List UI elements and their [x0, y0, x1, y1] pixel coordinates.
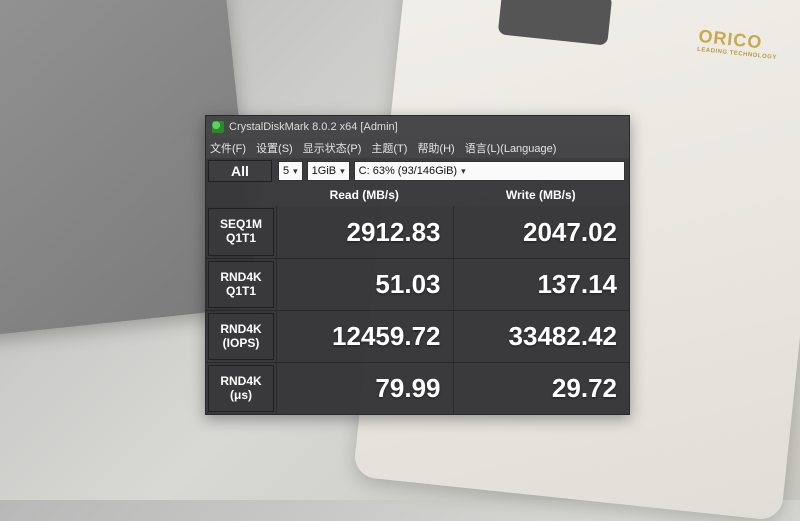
test-rnd4k-q1t1-button[interactable]: RND4K Q1T1 — [208, 261, 274, 308]
test-rnd4k-latency-button[interactable]: RND4K (μs) — [208, 365, 274, 412]
menu-language[interactable]: 语言(L)(Language) — [465, 140, 557, 156]
seq1m-write-value: 2047.02 — [453, 206, 630, 258]
menu-settings[interactable]: 设置(S) — [256, 140, 293, 156]
control-selects: 5 ▾ 1GiB ▾ C: 63% (93/146GiB) ▾ — [274, 158, 629, 184]
app-icon — [212, 121, 224, 133]
row-label-2: (IOPS) — [223, 337, 260, 351]
row-label-2: Q1T1 — [226, 232, 256, 246]
result-row: RND4K Q1T1 51.03 137.14 — [206, 258, 629, 310]
rnd4k-iops-read-value: 12459.72 — [276, 311, 453, 362]
size-select[interactable]: 1GiB ▾ — [307, 161, 350, 181]
runs-value: 5 — [283, 165, 289, 177]
row-label-1: RND4K — [220, 271, 261, 285]
row-label-2: Q1T1 — [226, 285, 256, 299]
drive-value: C: 63% (93/146GiB) — [359, 165, 457, 177]
header-read: Read (MB/s) — [276, 188, 453, 202]
result-row: SEQ1M Q1T1 2912.83 2047.02 — [206, 206, 629, 258]
rnd4k-iops-write-value: 33482.42 — [453, 311, 630, 362]
menu-theme[interactable]: 主题(T) — [371, 140, 407, 156]
controls-row: All 5 ▾ 1GiB ▾ C: 63% (93/146GiB) ▾ — [206, 158, 629, 184]
header-write: Write (MB/s) — [453, 188, 630, 202]
menu-file[interactable]: 文件(F) — [210, 140, 246, 156]
row-label-2: (μs) — [230, 389, 252, 403]
runs-select[interactable]: 5 ▾ — [278, 161, 303, 181]
chevron-down-icon: ▾ — [461, 166, 466, 177]
menubar: 文件(F) 设置(S) 显示状态(P) 主题(T) 帮助(H) 语言(L)(La… — [206, 138, 629, 158]
titlebar[interactable]: CrystalDiskMark 8.0.2 x64 [Admin] — [206, 116, 629, 138]
result-row: RND4K (μs) 79.99 29.72 — [206, 362, 629, 414]
crystaldiskmark-window: CrystalDiskMark 8.0.2 x64 [Admin] 文件(F) … — [205, 115, 630, 415]
rnd4k-read-value: 51.03 — [276, 259, 453, 310]
size-value: 1GiB — [312, 165, 336, 177]
column-headers: Read (MB/s) Write (MB/s) — [206, 184, 629, 206]
row-label-1: RND4K — [220, 375, 261, 389]
chevron-down-icon: ▾ — [293, 166, 298, 177]
rnd4k-us-write-value: 29.72 — [453, 363, 630, 414]
drive-select[interactable]: C: 63% (93/146GiB) ▾ — [354, 161, 625, 181]
chevron-down-icon: ▾ — [340, 166, 345, 177]
row-label-1: RND4K — [220, 323, 261, 337]
run-all-button[interactable]: All — [208, 160, 272, 182]
menu-help[interactable]: 帮助(H) — [417, 140, 454, 156]
menu-profile[interactable]: 显示状态(P) — [303, 140, 362, 156]
seq1m-read-value: 2912.83 — [276, 206, 453, 258]
rnd4k-write-value: 137.14 — [453, 259, 630, 310]
test-rnd4k-iops-button[interactable]: RND4K (IOPS) — [208, 313, 274, 360]
result-row: RND4K (IOPS) 12459.72 33482.42 — [206, 310, 629, 362]
test-seq1m-q1t1-button[interactable]: SEQ1M Q1T1 — [208, 208, 274, 256]
window-title: CrystalDiskMark 8.0.2 x64 [Admin] — [229, 121, 398, 133]
rnd4k-us-read-value: 79.99 — [276, 363, 453, 414]
row-label-1: SEQ1M — [220, 218, 262, 232]
